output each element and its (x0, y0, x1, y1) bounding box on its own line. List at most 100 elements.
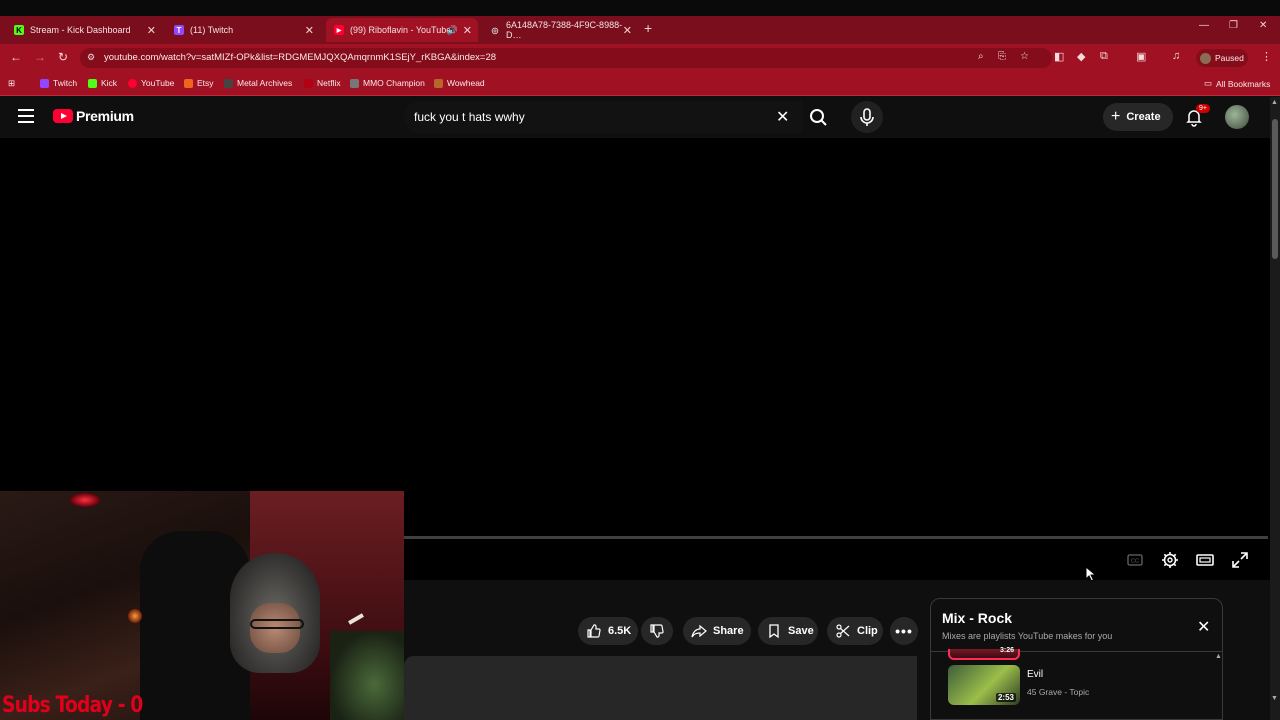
side-panel-icon[interactable]: ▣ (1136, 50, 1146, 63)
theater-icon (1196, 554, 1214, 566)
create-button[interactable]: + Create (1103, 103, 1173, 131)
scroll-up-icon[interactable]: ▲ (1215, 653, 1222, 660)
video-progress-bar[interactable] (404, 536, 1268, 539)
page-scrollbar[interactable]: ▲ ▼ (1270, 97, 1280, 720)
theater-mode-button[interactable] (1195, 550, 1215, 570)
playlist-item-thumbnail[interactable]: 3:26 (948, 647, 1020, 660)
playlist-item-thumbnail[interactable]: 2:53 (948, 665, 1020, 705)
thumbs-up-icon (587, 624, 601, 638)
apps-icon[interactable]: ⊞ (8, 78, 15, 89)
mix-playlist-panel: Mix - Rock Mixes are playlists YouTube m… (930, 598, 1223, 720)
search-icon (810, 109, 827, 126)
captions-button[interactable]: CC (1125, 550, 1145, 570)
tab-guid[interactable]: ◎ 6A148A78-7388-4F9C-8988-D… ✕ (482, 18, 638, 42)
metal-archives-icon (224, 78, 233, 88)
hamburger-menu-icon[interactable] (18, 109, 34, 123)
install-icon[interactable]: ⎘ (998, 51, 1006, 62)
star-icon[interactable]: ☆ (1020, 51, 1029, 62)
duration-label: 2:53 (995, 693, 1016, 702)
youtube-icon (128, 78, 137, 88)
extension-icon[interactable]: ◧ (1054, 50, 1064, 63)
bookmark-wowhead[interactable]: Wowhead (434, 78, 485, 88)
bookmarks-bar: ⊞ Twitch Kick YouTube Etsy Metal Archive… (0, 72, 1280, 96)
extension-icon[interactable]: ◆ (1077, 50, 1085, 63)
youtube-logo[interactable]: Premium (53, 108, 134, 124)
search-button[interactable] (802, 101, 834, 133)
account-avatar[interactable] (1225, 105, 1249, 129)
microphone-icon (860, 108, 874, 126)
bookmark-mmo-champion[interactable]: MMO Champion (350, 78, 425, 88)
voice-search-button[interactable] (851, 101, 883, 133)
plus-icon: + (1111, 108, 1121, 125)
search-input[interactable]: fuck you t hats wwhy ✕ (404, 101, 802, 133)
bookmark-twitch[interactable]: Twitch (40, 78, 77, 88)
close-window-button[interactable]: ✕ (1259, 20, 1267, 31)
address-bar[interactable]: ⚙ youtube.com/watch?v=satMIZf-OPk&list=R… (80, 48, 1052, 68)
bookmark-etsy[interactable]: Etsy (184, 78, 214, 88)
more-horizontal-icon: ••• (895, 623, 913, 639)
tab-twitch[interactable]: T (11) Twitch ✕ (166, 18, 320, 42)
description-box[interactable] (404, 656, 917, 720)
dislike-button[interactable] (641, 617, 673, 645)
bookmark-netflix[interactable]: Netflix (304, 78, 341, 88)
close-icon[interactable]: ✕ (623, 24, 632, 37)
bookmark-kick[interactable]: Kick (88, 78, 117, 88)
site-info-icon[interactable]: ⚙ (87, 52, 95, 63)
share-button[interactable]: Share (683, 617, 751, 645)
reload-button[interactable]: ↻ (58, 50, 68, 64)
tab-kick-dashboard[interactable]: K Stream - Kick Dashboard ✕ (6, 18, 162, 42)
close-icon[interactable]: ✕ (463, 24, 472, 37)
media-icon[interactable]: ♫ (1172, 50, 1180, 62)
scissors-icon (836, 624, 850, 638)
plant (330, 631, 404, 720)
kick-icon: K (14, 25, 24, 35)
save-button[interactable]: Save (758, 617, 818, 645)
browser-toolbar: ← → ↻ ⚙ youtube.com/watch?v=satMIZf-OPk&… (0, 44, 1280, 72)
new-tab-button[interactable]: + (644, 20, 652, 36)
duration-label: 3:26 (999, 647, 1014, 654)
clip-button[interactable]: Clip (827, 617, 883, 645)
scrollbar-thumb[interactable] (1272, 119, 1278, 259)
save-label: Save (788, 625, 814, 637)
bookmark-label: All Bookmarks (1216, 78, 1271, 89)
minimize-button[interactable]: — (1199, 20, 1209, 31)
all-bookmarks[interactable]: ▭ All Bookmarks (1204, 78, 1270, 89)
puzzle-icon[interactable]: ⧉ (1100, 50, 1108, 63)
zoom-icon[interactable]: ⌕ (978, 51, 984, 62)
close-icon[interactable]: ✕ (305, 24, 314, 37)
scroll-up-icon[interactable]: ▲ (1271, 99, 1278, 106)
bookmark-label: Metal Archives (237, 78, 293, 88)
like-count: 6.5K (608, 625, 632, 637)
menu-icon[interactable]: ⋮ (1261, 50, 1272, 63)
forward-button[interactable]: → (34, 50, 46, 64)
bookmark-youtube[interactable]: YouTube (128, 78, 174, 88)
mix-title: Mix - Rock (942, 610, 1013, 626)
bookmark-metal-archives[interactable]: Metal Archives (224, 78, 292, 88)
playlist-item-title[interactable]: Evil (1027, 669, 1043, 680)
etsy-icon (184, 78, 193, 88)
thumbs-down-icon (650, 624, 664, 638)
fullscreen-button[interactable] (1230, 550, 1250, 570)
screen: K Stream - Kick Dashboard ✕ T (11) Twitc… (0, 0, 1280, 720)
subs-today-counter: Subs Today - 0 (2, 693, 143, 718)
url-text: youtube.com/watch?v=satMIZf-OPk&list=RDG… (104, 52, 497, 63)
clear-search-icon[interactable]: ✕ (776, 107, 789, 127)
tab-youtube-active[interactable]: ▶ (99) Riboflavin - YouTube 🔊 ✕ (326, 18, 478, 42)
tab-title: (11) Twitch (190, 25, 234, 35)
close-icon[interactable]: ✕ (147, 24, 156, 37)
settings-button[interactable] (1160, 550, 1180, 570)
speaker-icon[interactable]: 🔊 (447, 25, 458, 36)
share-icon (691, 624, 707, 638)
create-label: Create (1126, 111, 1161, 123)
back-button[interactable]: ← (10, 50, 22, 64)
close-icon[interactable]: ✕ (1197, 617, 1210, 637)
restore-button[interactable]: ❐ (1229, 20, 1238, 31)
more-actions-button[interactable]: ••• (890, 617, 918, 645)
like-button[interactable]: 6.5K (578, 617, 638, 645)
profile-button[interactable]: Paused (1196, 49, 1248, 67)
tab-title: (99) Riboflavin - YouTube (350, 25, 452, 35)
scroll-down-icon[interactable]: ▼ (1271, 695, 1278, 702)
candle-light (128, 609, 142, 623)
twitch-icon (40, 78, 49, 88)
playlist-item-artist[interactable]: 45 Grave - Topic (1027, 687, 1089, 697)
